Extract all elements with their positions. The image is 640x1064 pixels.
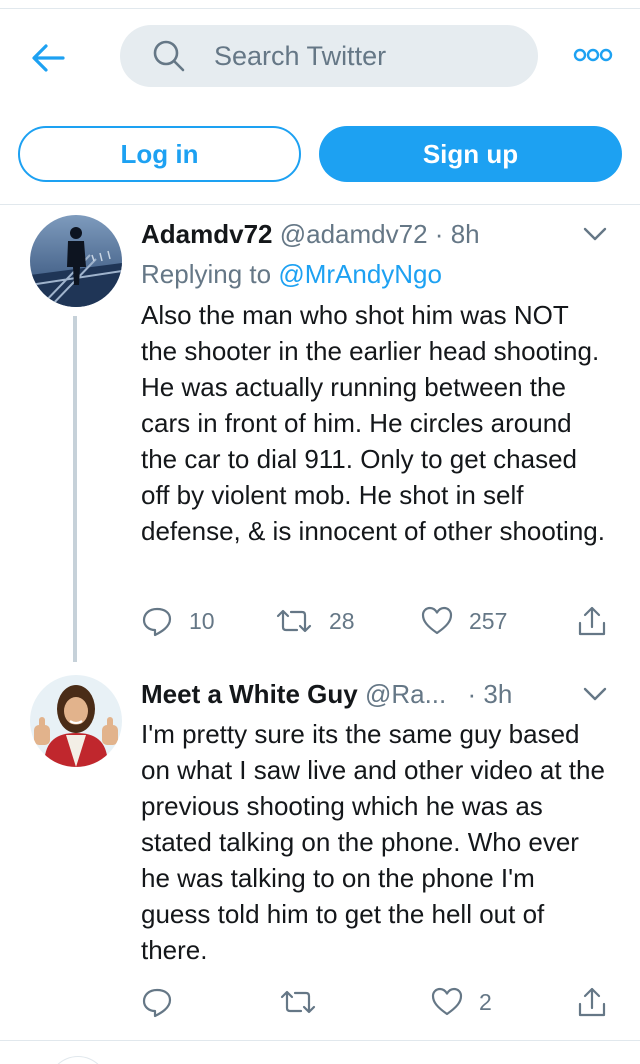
display-name[interactable]: Adamdv72 [141,219,273,249]
retweet-icon [280,990,316,1014]
chevron-down-icon [583,687,607,701]
user-handle[interactable]: @adamdv72 [280,219,428,249]
signup-button[interactable]: Sign up [319,126,622,182]
tweet-menu-button[interactable] [582,226,610,246]
share-button[interactable] [577,601,607,641]
like-button[interactable]: 257 [421,601,507,641]
thumbs-up-man-photo [30,675,122,767]
tweet[interactable]: Meet a White Guy @Ra... · 3h I'm pretty … [0,664,640,1040]
retweet-button[interactable] [279,982,333,1022]
like-button[interactable]: 2 [431,982,492,1022]
back-button[interactable] [28,38,68,78]
tweet-text: I'm pretty sure its the same guy based o… [141,719,605,965]
heart-icon [421,606,453,635]
avatar[interactable] [30,215,122,307]
more-options-button[interactable] [570,40,616,70]
user-handle[interactable]: @Ra... [365,679,446,709]
replying-to: Replying to @MrAndyNgo [141,259,442,290]
next-tweet-avatar[interactable] [48,1056,108,1064]
like-count: 2 [479,988,492,1015]
tweet-actions: 2 [141,982,621,1022]
top-bar: Search Twitter Log in Sign up [0,10,640,205]
more-options-icon [573,48,613,62]
share-button[interactable] [577,982,607,1022]
display-name[interactable]: Meet a White Guy [141,679,358,709]
retweet-count: 28 [329,607,355,634]
feed-divider [0,1040,640,1041]
share-icon [578,606,606,636]
reply-button[interactable]: 10 [141,601,215,641]
heart-icon [431,987,463,1016]
timestamp[interactable]: 8h [451,219,480,249]
separator: · [467,679,477,709]
tweet-text: Also the man who shot him was NOT the sh… [141,300,605,546]
share-icon [578,987,606,1017]
thread-connector [73,316,77,662]
top-divider [0,0,640,9]
reply-button[interactable] [141,982,189,1022]
retweet-button[interactable]: 28 [275,601,355,641]
search-bar[interactable]: Search Twitter [120,25,538,87]
tweet-header: Adamdv72 @adamdv72 · 8h [141,219,480,250]
back-arrow-icon [32,44,65,72]
tweet[interactable]: Adamdv72 @adamdv72 · 8h Replying to @MrA… [0,206,640,662]
separator: · [434,219,444,249]
reply-count: 10 [189,607,215,634]
like-count: 257 [469,607,508,634]
reply-to-handle-link[interactable]: @MrAndyNgo [278,259,442,289]
chevron-down-icon [583,227,607,241]
avatar[interactable] [30,675,122,767]
reply-icon [142,988,172,1018]
tweet-actions: 10 28 257 [141,601,621,641]
reply-icon [142,607,172,637]
person-on-bridge-photo [30,215,122,307]
search-icon [152,39,186,73]
search-placeholder: Search Twitter [214,40,387,71]
tweet-header: Meet a White Guy @Ra... · 3h [141,679,512,710]
replying-to-label: Replying to [141,259,272,289]
retweet-icon [276,609,312,633]
login-button[interactable]: Log in [18,126,301,182]
timestamp[interactable]: 3h [483,679,512,709]
tweet-menu-button[interactable] [582,686,610,706]
